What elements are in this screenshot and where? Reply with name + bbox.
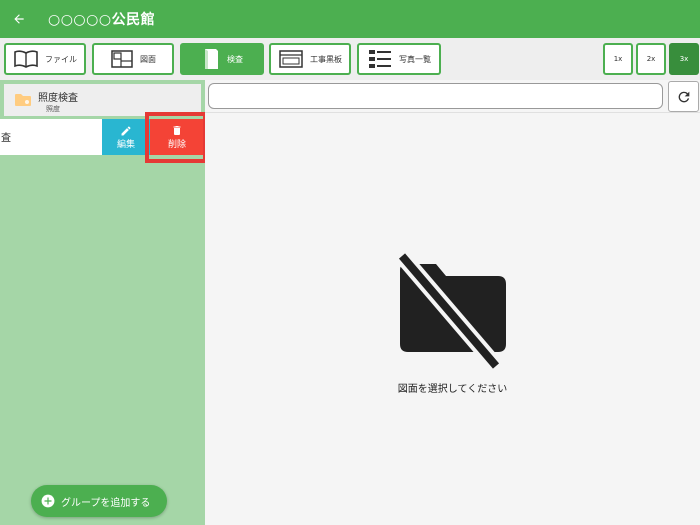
folder-title: 照度検査 (38, 93, 78, 104)
list-item-label: 査 (1, 133, 11, 144)
construction-board-button[interactable]: 工事黒板 (269, 43, 351, 75)
drawing-button[interactable]: 図面 (92, 43, 174, 75)
back-button[interactable] (0, 0, 38, 38)
folder-off-icon (395, 250, 506, 372)
add-group-button[interactable]: グループを追加する (31, 485, 167, 517)
empty-state (205, 250, 700, 374)
edit-label: 編集 (116, 139, 135, 150)
photo-list-icon (369, 50, 391, 68)
refresh-icon (678, 91, 689, 102)
folder-subtitle: 照度 (46, 105, 60, 113)
search-input[interactable] (208, 83, 663, 109)
pencil-icon (121, 126, 131, 135)
folder-icon (15, 94, 31, 106)
zoom-2x-label: 2x (646, 55, 656, 63)
edit-button[interactable]: 編集 (102, 119, 150, 155)
page-title: ○○○○○公民館 (48, 12, 156, 28)
add-group-label: グループを追加する (61, 497, 151, 509)
arrow-left-icon (14, 14, 24, 24)
delete-label: 削除 (167, 140, 186, 150)
zoom-1x-button[interactable]: 1x (603, 43, 633, 75)
file-button[interactable]: ファイル (4, 43, 86, 75)
delete-button[interactable]: 削除 (150, 119, 204, 155)
zoom-3x-label: 3x (679, 55, 689, 63)
empty-message: 図面を選択してください (397, 384, 508, 395)
zoom-2x-button[interactable]: 2x (636, 43, 666, 75)
construction-board-label: 工事黒板 (310, 54, 342, 64)
main-panel: 図面を選択してください (205, 80, 700, 525)
board-icon (279, 50, 303, 68)
photo-list-button[interactable]: 写真一覧 (357, 43, 441, 75)
floorplan-icon (111, 50, 133, 68)
folder-item[interactable]: 照度検査 照度 (4, 84, 201, 116)
swiped-list-item[interactable]: 査 編集 削除 (0, 119, 205, 155)
drawing-button-label: 図面 (140, 54, 156, 64)
divider (205, 112, 700, 113)
app-bar: ○○○○○公民館 (0, 0, 700, 38)
trash-icon (173, 126, 181, 135)
zoom-3x-button[interactable]: 3x (669, 43, 699, 75)
inspection-button[interactable]: 検査 (180, 43, 264, 75)
refresh-button[interactable] (668, 81, 699, 112)
notebook-icon (205, 49, 218, 69)
add-circle-icon (41, 494, 55, 508)
file-button-label: ファイル (45, 54, 77, 64)
photo-list-label: 写真一覧 (399, 54, 431, 64)
zoom-1x-label: 1x (613, 55, 623, 63)
inspection-button-label: 検査 (227, 54, 243, 64)
book-icon (14, 50, 38, 68)
toolbar: ファイル 図面 検査 工事黒板 写真一覧 1x 2x 3x (0, 38, 700, 80)
